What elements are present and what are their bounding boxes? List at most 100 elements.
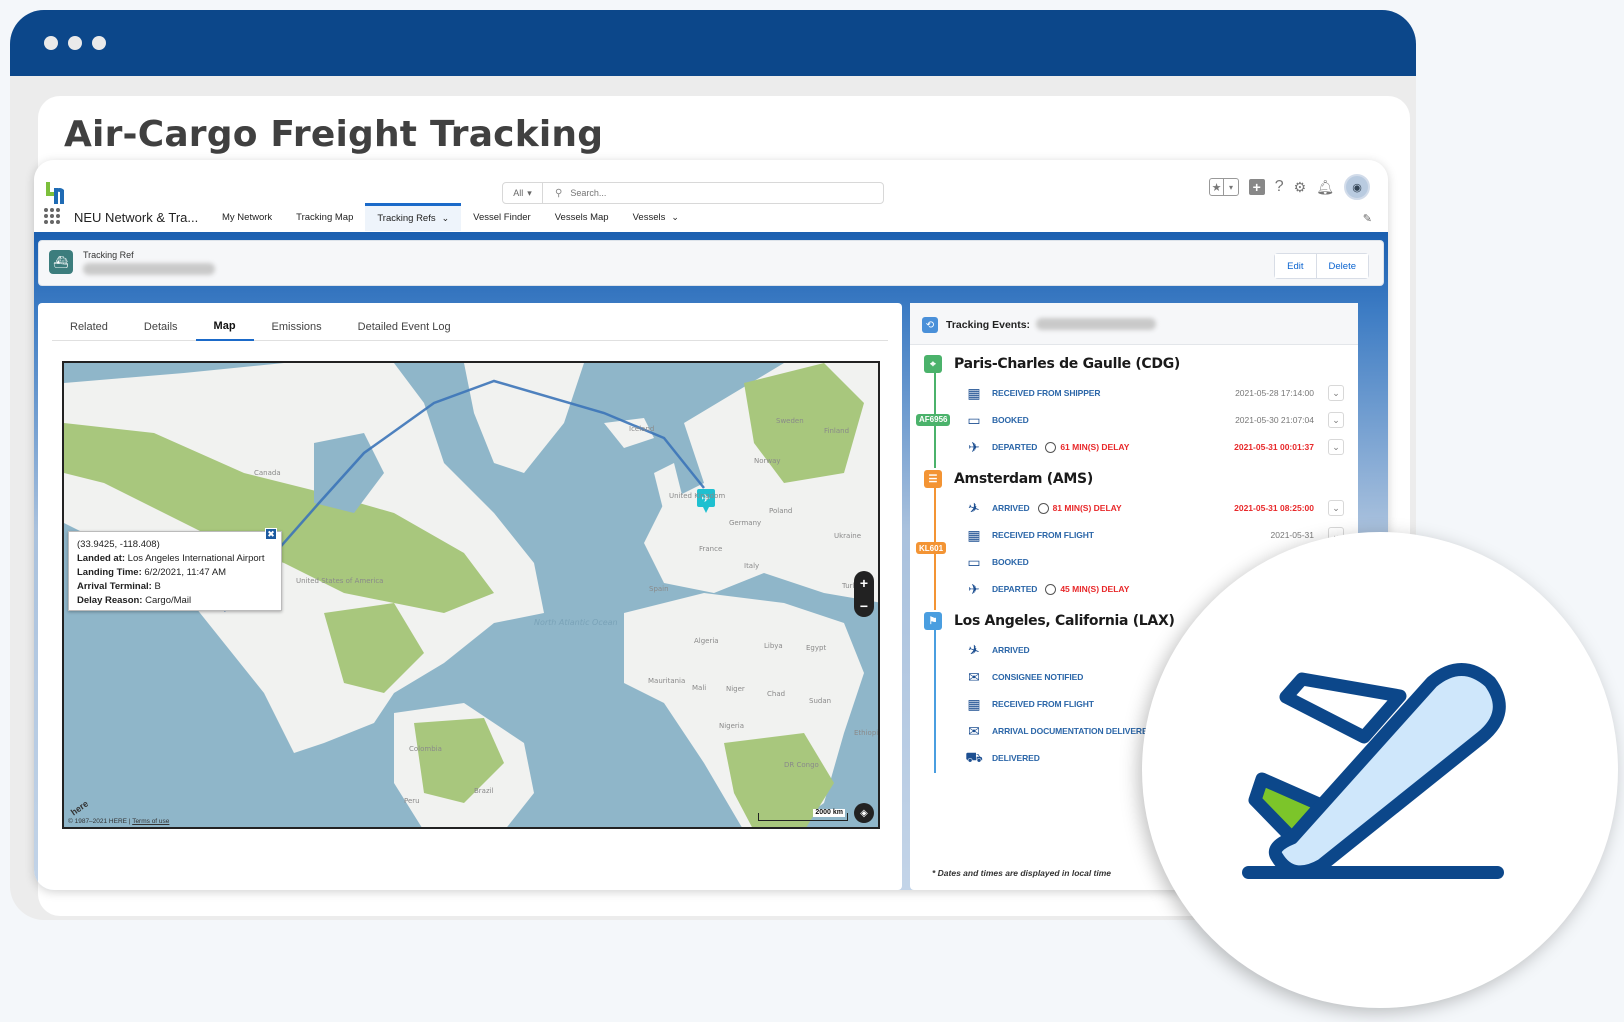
laptop-icon: ▭ <box>967 411 981 428</box>
window-dot <box>92 36 106 50</box>
chevron-down-icon[interactable]: ⌄ <box>442 213 450 224</box>
station-header: ☰ Amsterdam (AMS) <box>924 470 1093 488</box>
map-label-sweden: Sweden <box>776 417 804 425</box>
envelope-icon: ✉ <box>968 668 980 685</box>
event-label: DELIVERED <box>992 753 1040 763</box>
tracking-events-header: ⟲ Tracking Events: <box>910 303 1358 345</box>
map-label-mali: Mali <box>692 684 706 692</box>
map-label-usa: United States of America <box>296 577 383 585</box>
map-attribution: © 1987–2021 HERE | Terms of use <box>68 818 169 825</box>
tab-detailed-event-log[interactable]: Detailed Event Log <box>340 313 469 341</box>
attribution-text: © 1987–2021 HERE | <box>68 818 133 825</box>
expand-event-button[interactable]: ⌄ <box>1328 439 1344 455</box>
settings-icon[interactable]: ⚙ <box>1294 179 1307 196</box>
map-label-canada: Canada <box>254 469 281 477</box>
record-type-label: Tracking Ref <box>83 250 134 260</box>
terms-of-use-link[interactable]: Terms of use <box>132 818 169 825</box>
map-label-brazil: Brazil <box>474 787 494 795</box>
map-label-finland: Finland <box>824 427 849 435</box>
event-delay: 81 MIN(S) DELAY <box>1052 503 1122 513</box>
clock-icon <box>1045 441 1057 453</box>
event-label: DEPARTED <box>992 584 1038 594</box>
event-label: RECEIVED FROM SHIPPER <box>992 388 1101 398</box>
record-actions: Edit Delete <box>1274 253 1369 279</box>
warehouse-icon: ▦ <box>967 384 981 401</box>
tab-related[interactable]: Related <box>52 313 126 341</box>
tracking-events-icon: ⟲ <box>922 317 938 333</box>
popup-landed: Landed at: Los Angeles International Air… <box>77 552 273 566</box>
nav-tab-label: Vessels Map <box>554 211 609 223</box>
timeline-connector <box>934 630 936 773</box>
help-icon[interactable]: ? <box>1275 178 1284 196</box>
popup-label: Arrival Terminal: <box>77 581 152 592</box>
nav-tab-vessels[interactable]: Vessels ⌄ <box>621 203 691 231</box>
event-label: ARRIVED <box>992 645 1030 655</box>
event-label: BOOKED <box>992 557 1029 567</box>
map-label-france: France <box>699 545 722 553</box>
tracking-event-row: ✈ ARRIVED 81 MIN(S) DELAY 2021-05-31 08:25:… <box>964 496 1354 520</box>
edit-button[interactable]: Edit <box>1275 254 1316 278</box>
takeoff-icon: ✈ <box>968 580 980 597</box>
tab-details[interactable]: Details <box>126 313 196 341</box>
landing-icon: ✈ <box>965 498 983 518</box>
global-header: All ▾ ⚲ ★ ▾ + ? ⚙ 🔔︎ ◉ NEU Network & Tra… <box>34 160 1388 238</box>
map-label-colombia: Colombia <box>409 745 442 753</box>
event-delay: 61 MIN(S) DELAY <box>1060 442 1130 452</box>
window-dot <box>44 36 58 50</box>
tracking-events-title: Tracking Events: <box>946 319 1031 331</box>
nav-tab-tracking-refs[interactable]: Tracking Refs ⌄ <box>365 203 462 231</box>
landing-popup: ✖ (33.9425, -118.408) Landed at: Los Ang… <box>68 528 282 611</box>
avatar[interactable]: ◉ <box>1344 174 1370 200</box>
station-header: ⚑ Los Angeles, California (LAX) <box>924 612 1175 630</box>
event-label: RECEIVED FROM FLIGHT <box>992 530 1094 540</box>
station-header: ⌖ Paris-Charles de Gaulle (CDG) <box>924 355 1180 373</box>
favorites-button[interactable]: ★ ▾ <box>1208 178 1239 196</box>
search-input[interactable] <box>570 188 771 198</box>
notifications-icon[interactable]: 🔔︎ <box>1316 179 1334 196</box>
land-greenland <box>464 363 584 473</box>
nav-tab-tracking-map[interactable]: Tracking Map <box>284 203 365 231</box>
event-label: ARRIVAL DOCUMENTATION DELIVERED <box>992 726 1154 736</box>
window-dots <box>44 36 106 50</box>
laptop-icon: ▭ <box>967 553 981 570</box>
expand-event-button[interactable]: ⌄ <box>1328 500 1344 516</box>
map-label-drc: DR Congo <box>784 761 819 769</box>
global-search: All ▾ ⚲ <box>502 182 884 204</box>
event-timestamp: 2021-05-31 00:01:37 <box>1234 442 1314 452</box>
signpost-icon: ☰ <box>924 470 942 488</box>
popup-label: Landing Time: <box>77 567 142 578</box>
truck-icon: ⛟ <box>965 748 983 765</box>
chevron-down-icon[interactable]: ⌄ <box>671 212 679 223</box>
tab-emissions[interactable]: Emissions <box>254 313 340 341</box>
layers-button[interactable]: ◈ <box>854 803 874 823</box>
map-label-ukraine: Ukraine <box>834 532 861 540</box>
map-label-peru: Peru <box>404 797 420 805</box>
zoom-out-button[interactable]: − <box>860 598 868 614</box>
popup-value: 6/2/2021, 11:47 AM <box>144 567 227 578</box>
expand-event-button[interactable]: ⌄ <box>1328 412 1344 428</box>
delete-button[interactable]: Delete <box>1315 254 1368 278</box>
nav-tab-vessels-map[interactable]: Vessels Map <box>543 203 621 231</box>
tab-map[interactable]: Map <box>195 313 254 341</box>
caret-down-icon: ▾ <box>1228 182 1233 192</box>
nav-tab-label: Vessel Finder <box>473 211 531 223</box>
scale-label: 2000 km <box>813 809 845 817</box>
popup-label: Delay Reason: <box>77 595 143 606</box>
envelope-icon: ✉ <box>968 722 980 739</box>
map-label-sudan: Sudan <box>809 697 831 705</box>
app-logo <box>46 182 64 204</box>
event-timestamp: 2021-05-31 08:25:00 <box>1234 503 1314 513</box>
zoom-in-button[interactable]: + <box>860 575 868 591</box>
caret-down-icon: ▾ <box>527 187 532 198</box>
avatar-face-icon: ◉ <box>1352 181 1362 194</box>
nav-tab-vessel-finder[interactable]: Vessel Finder <box>461 203 543 231</box>
app-launcher-icon[interactable] <box>44 208 60 224</box>
nav-tab-label: My Network <box>222 211 273 223</box>
nav-tab-my-network[interactable]: My Network <box>210 203 284 231</box>
route-map[interactable]: ✈ Canada United States of America Iceland S… <box>62 361 880 829</box>
search-scope-select[interactable]: All ▾ <box>503 183 543 203</box>
expand-event-button[interactable]: ⌄ <box>1328 385 1344 401</box>
close-icon[interactable]: ✖ <box>265 528 277 540</box>
edit-nav-icon[interactable]: ✎ <box>1363 212 1372 225</box>
add-icon[interactable]: + <box>1248 179 1265 195</box>
